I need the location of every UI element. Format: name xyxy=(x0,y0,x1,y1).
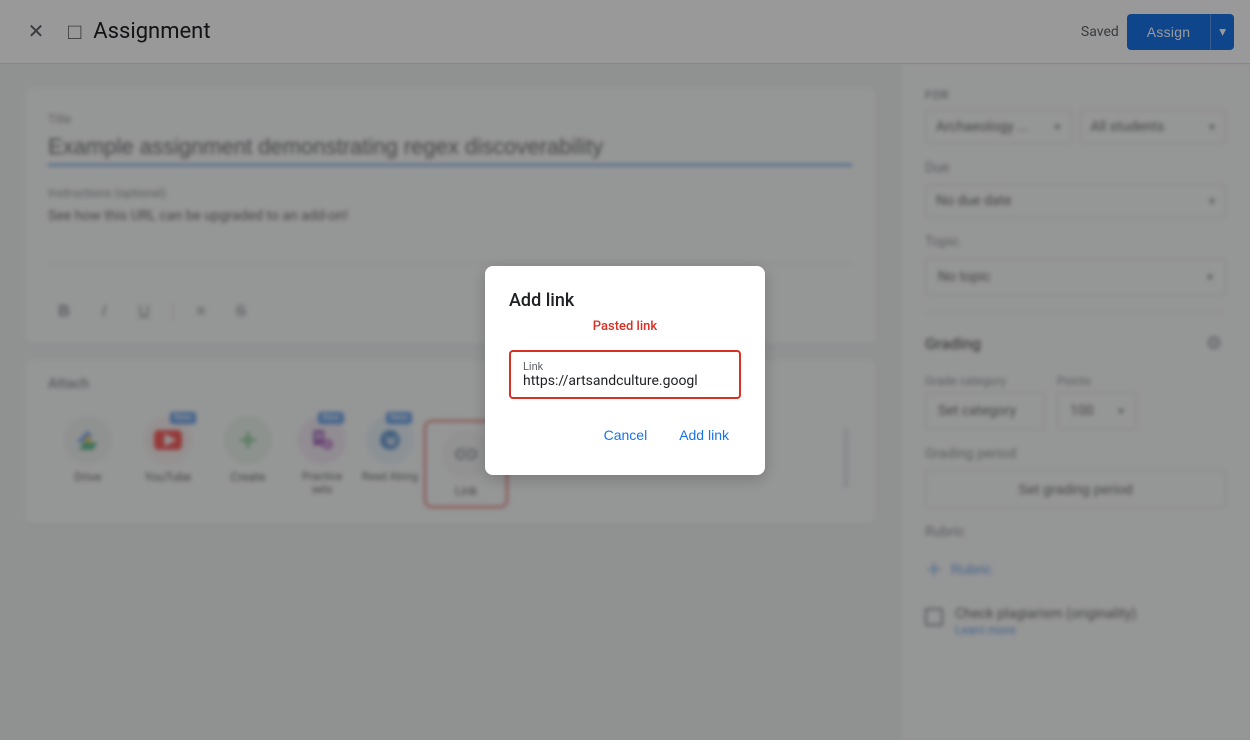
link-field-wrapper: Link https://artsandculture.googl xyxy=(509,350,741,399)
add-link-button[interactable]: Add link xyxy=(667,419,741,451)
link-field-label: Link xyxy=(523,360,727,373)
add-link-modal: Add link Pasted link Link https://artsan… xyxy=(485,266,765,475)
modal-actions: Cancel Add link xyxy=(509,419,741,451)
link-field-value: https://artsandculture.googl xyxy=(523,373,727,389)
pasted-link-label: Pasted link xyxy=(509,319,741,334)
modal-title: Add link xyxy=(509,290,741,311)
modal-overlay: Add link Pasted link Link https://artsan… xyxy=(0,0,1250,740)
cancel-button[interactable]: Cancel xyxy=(592,419,660,451)
